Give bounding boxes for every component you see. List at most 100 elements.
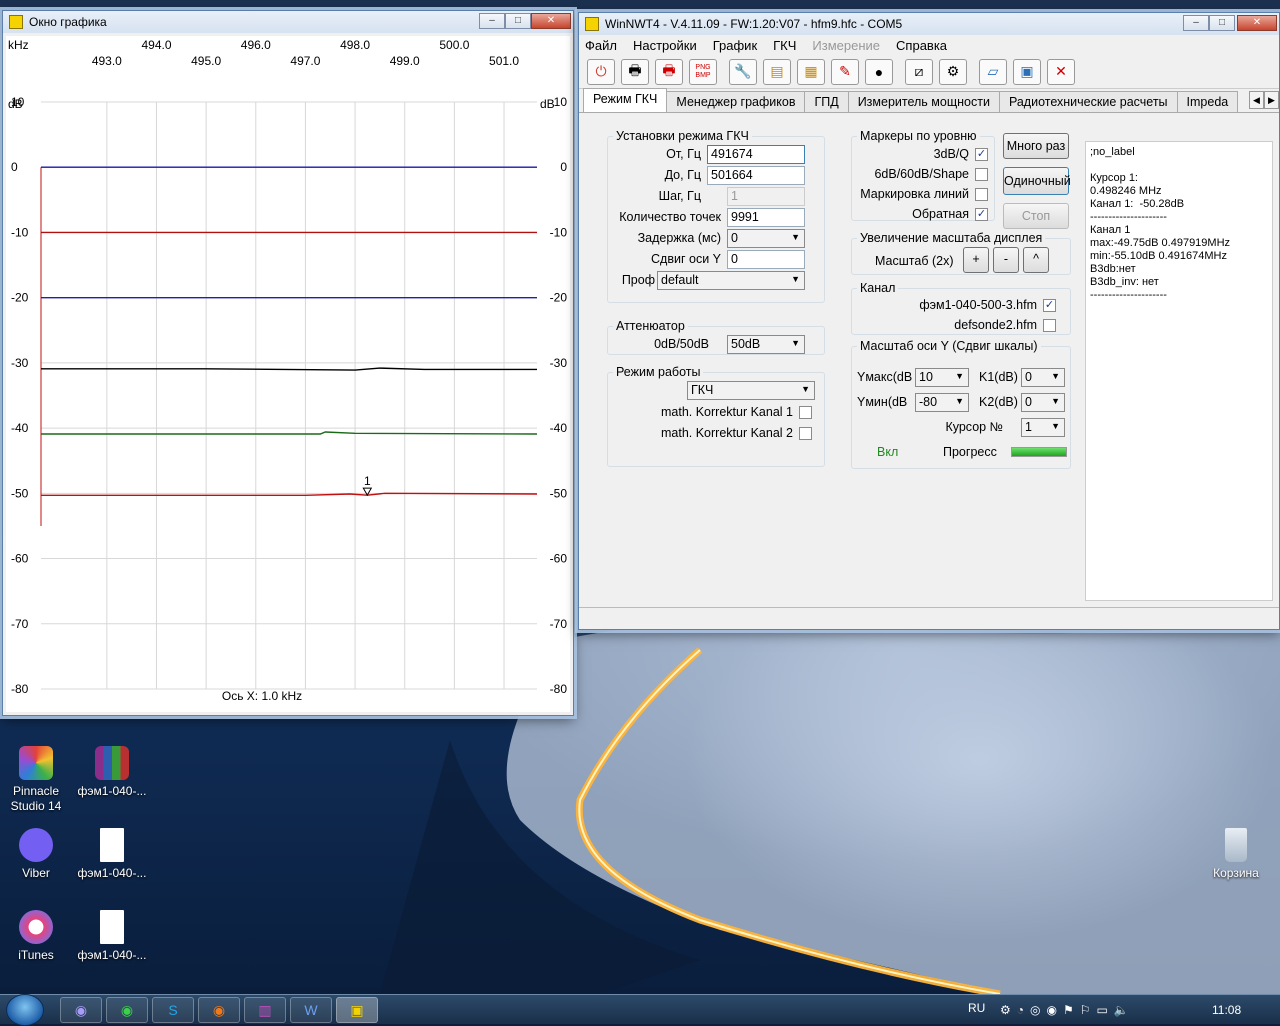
k2-select[interactable]: 0 [1021,393,1065,412]
ymax-select[interactable]: 10 [915,368,969,387]
ymin-select[interactable]: -80 [915,393,969,412]
menu-graph[interactable]: График [713,38,757,53]
maximize-button[interactable]: □ [1209,15,1235,31]
zoom-in-button[interactable]: + [963,247,989,273]
desktop-icon-itunes[interactable]: iTunes [0,910,72,963]
points-field[interactable]: 9991 [727,208,805,227]
sweep-settings-button[interactable]: ⚙ [939,58,967,85]
firefox-icon: ◉ [212,1002,226,1018]
power-button[interactable]: ⏻ [587,58,615,85]
save-button[interactable]: ▣ [1013,58,1041,85]
minimize-button[interactable]: – [479,13,505,29]
progress-fill [1012,448,1066,456]
zoom-out-button[interactable]: - [993,247,1019,273]
marker-lines-checkbox[interactable] [975,188,988,201]
desktop-icon-pinnacle[interactable]: Pinnacle Studio 14 [0,746,72,814]
kanal2-label: math. Korrektur Kanal 2 [660,426,793,440]
x-tick-label-bottom: 501.0 [489,54,519,68]
main-window-titlebar[interactable]: WinNWT4 - V.4.11.09 - FW:1.20:V07 - hfm9… [579,13,1279,35]
sweep-chart[interactable]: 10 100 0-10 -10-20 -20-30 -30-40 -40-50 -50-60-… [6,36,570,712]
menu-settings[interactable]: Настройки [633,38,697,53]
tools-button[interactable]: 🔧 [729,58,757,85]
channel-1-checkbox[interactable]: ✓ [1043,299,1056,312]
profile-label: Проф [621,273,655,287]
k1-select[interactable]: 0 [1021,368,1065,387]
desktop-icon-file-2[interactable]: фэм1-040-... [76,910,148,963]
main-window: WinNWT4 - V.4.11.09 - FW:1.20:V07 - hfm9… [578,12,1280,630]
desktop-icon-recycle-bin[interactable]: Корзина [1200,828,1272,881]
save-image-button[interactable]: PNG BMP [689,58,717,85]
y-tick-label-right: -70 [550,617,568,631]
zoom-reset-button[interactable]: ^ [1023,247,1049,273]
tray-icons[interactable]: ⚙◔◎◉⚑⚐▭🔈 [1000,1003,1135,1017]
language-indicator[interactable]: RU [968,1001,985,1015]
delay-select[interactable]: 0 [727,229,805,248]
yshift-field[interactable]: 0 [727,250,805,269]
marker-6db-checkbox[interactable] [975,168,988,181]
graph-area[interactable]: 10 10 0 0 -10 -10 -20 -20 -30 -30 -40 -40 -50 -50 -60-… [6,36,570,712]
taskbar-whatsapp[interactable]: ◉ [106,997,148,1023]
step-field[interactable]: 1 [727,187,805,206]
desktop-icon-file-1[interactable]: фэм1-040-... [76,828,148,881]
tab-vfo[interactable]: ГПД [804,91,849,112]
cursor-select[interactable]: 1 [1021,418,1065,437]
linux-button[interactable]: ● [865,58,893,85]
sweep-single-button[interactable]: Одиночный [1003,167,1071,195]
tab-scroll-right-icon[interactable]: ▶ [1264,91,1279,109]
sweep-many-button[interactable]: Много раз [1003,133,1069,159]
ymin-label: Yмин(dB [857,395,908,409]
channel-1-label: фэм1-040-500-3.hfm [919,298,1037,312]
channel-2-checkbox[interactable] [1043,319,1056,332]
attenuator-select[interactable]: 50dB [727,335,805,354]
start-button[interactable] [6,994,44,1026]
print-color-button[interactable]: 🖶 [655,58,683,85]
tab-power-meter[interactable]: Измеритель мощности [847,91,1000,112]
menu-sweep[interactable]: ГКЧ [773,38,796,53]
taskbar-firefox[interactable]: ◉ [198,997,240,1023]
graph-window-titlebar[interactable]: Окно графика – □ ✕ [3,11,573,33]
taskbar-word[interactable]: W [290,997,332,1023]
kanal2-checkbox[interactable] [799,427,812,440]
menu-file[interactable]: Файл [585,38,617,53]
taskbar-skype[interactable]: S [152,997,194,1023]
tab-scroll-left-icon[interactable]: ◀ [1249,91,1264,109]
marker-3db-checkbox[interactable]: ✓ [975,148,988,161]
menu-measure[interactable]: Измерение [812,38,880,53]
close-button[interactable]: ✕ [531,13,571,29]
chart-icon: ▤ [770,63,784,79]
clock[interactable]: 11:08 [1212,1003,1241,1017]
y-tick-label-right: 0 [560,160,567,174]
cursor-marker[interactable]: 1 [362,474,373,497]
tab-sweep-mode[interactable]: Режим ГКЧ [583,88,668,112]
probe-button[interactable]: ✎ [831,58,859,85]
sweep-button[interactable]: ⧄ [905,58,933,85]
chart-button[interactable]: ▤ [763,58,791,85]
taskbar-winnwt[interactable]: ▣ [336,997,378,1023]
marker-inverse-checkbox[interactable]: ✓ [975,208,988,221]
clear-button[interactable]: ✕ [1047,58,1075,85]
points-label: Количество точек [619,210,721,224]
db-button[interactable]: ▦ [797,58,825,85]
print-button[interactable]: 🖶 [621,58,649,85]
close-button[interactable]: ✕ [1237,15,1277,31]
kanal1-checkbox[interactable] [799,406,812,419]
maximize-button[interactable]: □ [505,13,531,29]
desktop-icon-viber[interactable]: Viber [0,828,72,881]
taskbar-winrar[interactable]: ▥ [244,997,286,1023]
cursor-marker-label: 1 [364,474,371,488]
minimize-button[interactable]: – [1183,15,1209,31]
cursor-label: Курсор № [945,420,1003,434]
attenuator-legend: Аттенюатор [616,319,685,333]
sweep-stop-button[interactable]: Стоп [1003,203,1069,229]
mode-select[interactable]: ГКЧ [687,381,815,400]
menu-help[interactable]: Справка [896,38,947,53]
tab-graph-manager[interactable]: Менеджер графиков [666,91,806,112]
desktop-icon-archive[interactable]: фэм1-040-... [76,746,148,799]
tab-rf-calc[interactable]: Радиотехнические расчеты [998,91,1178,112]
from-field[interactable]: 491674 [707,145,805,164]
open-button[interactable]: ▱ [979,58,1007,85]
profile-select[interactable]: default [657,271,805,290]
taskbar-viber[interactable]: ◉ [60,997,102,1023]
tab-impedance[interactable]: Impeda [1176,91,1239,112]
to-field[interactable]: 501664 [707,166,805,185]
